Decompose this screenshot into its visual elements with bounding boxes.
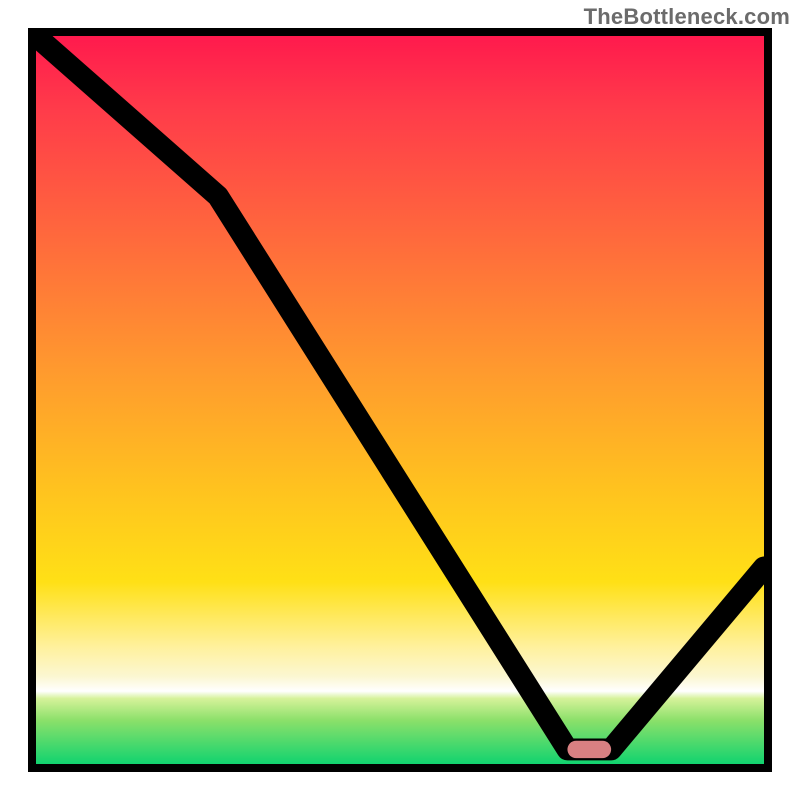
optimum-marker bbox=[567, 741, 611, 758]
plot-area bbox=[36, 36, 764, 764]
watermark-text: TheBottleneck.com bbox=[584, 4, 790, 30]
curve-layer bbox=[36, 36, 764, 764]
plot-frame bbox=[28, 28, 772, 772]
chart-stage: TheBottleneck.com bbox=[0, 0, 800, 800]
bottleneck-curve bbox=[36, 36, 764, 749]
